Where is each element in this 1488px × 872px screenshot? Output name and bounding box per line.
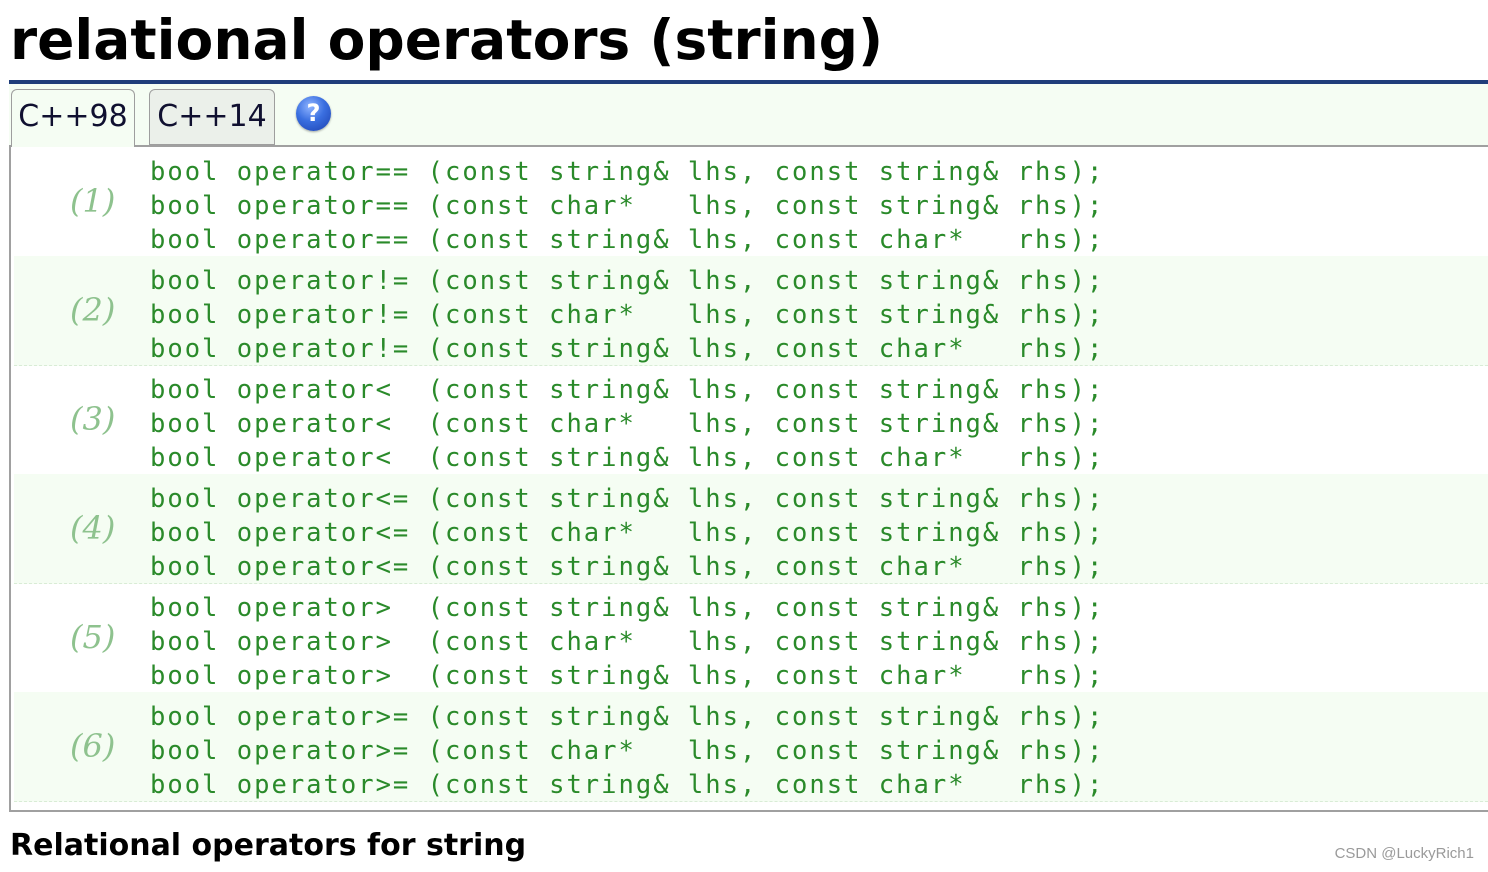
signature-line: bool operator> (const string& lhs, const… [150, 593, 1105, 623]
overload-group-not-equal: (2) bool operator!= (const string& lhs, … [14, 256, 1488, 366]
signature-line: bool operator== (const string& lhs, cons… [150, 157, 1105, 187]
section-heading: Relational operators for string [10, 828, 527, 863]
group-number: (4) [70, 509, 116, 547]
overload-group-greater-equal: (6) bool operator>= (const string& lhs, … [14, 692, 1488, 802]
page-title: relational operators (string) [10, 8, 884, 72]
signature-line: bool operator< (const string& lhs, const… [150, 375, 1105, 405]
group-number: (2) [70, 291, 116, 329]
signature-line: bool operator< (const char* lhs, const s… [150, 409, 1105, 439]
signature-line: bool operator<= (const string& lhs, cons… [150, 552, 1105, 582]
signature-line: bool operator>= (const string& lhs, cons… [150, 770, 1105, 800]
signature-line: bool operator<= (const string& lhs, cons… [150, 484, 1105, 514]
declarations-panel: (1) bool operator== (const string& lhs, … [9, 147, 1488, 812]
signature-line: bool operator> (const char* lhs, const s… [150, 627, 1105, 657]
overload-group-less: (3) bool operator< (const string& lhs, c… [14, 365, 1488, 475]
watermark: CSDN @LuckyRich1 [1334, 845, 1474, 862]
tab-cpp98[interactable]: C++98 [11, 89, 135, 147]
signature-line: bool operator== (const char* lhs, const … [150, 191, 1105, 221]
help-icon[interactable]: ? [296, 96, 331, 131]
overload-group-greater: (5) bool operator> (const string& lhs, c… [14, 583, 1488, 693]
signature-line: bool operator>= (const char* lhs, const … [150, 736, 1105, 766]
group-number: (6) [70, 727, 116, 765]
overload-group-less-equal: (4) bool operator<= (const string& lhs, … [14, 474, 1488, 584]
tab-cpp14[interactable]: C++14 [149, 89, 275, 145]
overload-group-equal: (1) bool operator== (const string& lhs, … [14, 147, 1488, 257]
signature-line: bool operator< (const string& lhs, const… [150, 443, 1105, 473]
signature-line: bool operator!= (const string& lhs, cons… [150, 266, 1105, 296]
group-number: (3) [70, 400, 116, 438]
group-number: (5) [70, 618, 116, 656]
signature-line: bool operator<= (const char* lhs, const … [150, 518, 1105, 548]
group-number: (1) [70, 182, 116, 220]
signature-line: bool operator!= (const char* lhs, const … [150, 300, 1105, 330]
signature-line: bool operator!= (const string& lhs, cons… [150, 334, 1105, 364]
signature-line: bool operator== (const string& lhs, cons… [150, 225, 1105, 255]
signature-line: bool operator>= (const string& lhs, cons… [150, 702, 1105, 732]
signature-line: bool operator> (const string& lhs, const… [150, 661, 1105, 691]
